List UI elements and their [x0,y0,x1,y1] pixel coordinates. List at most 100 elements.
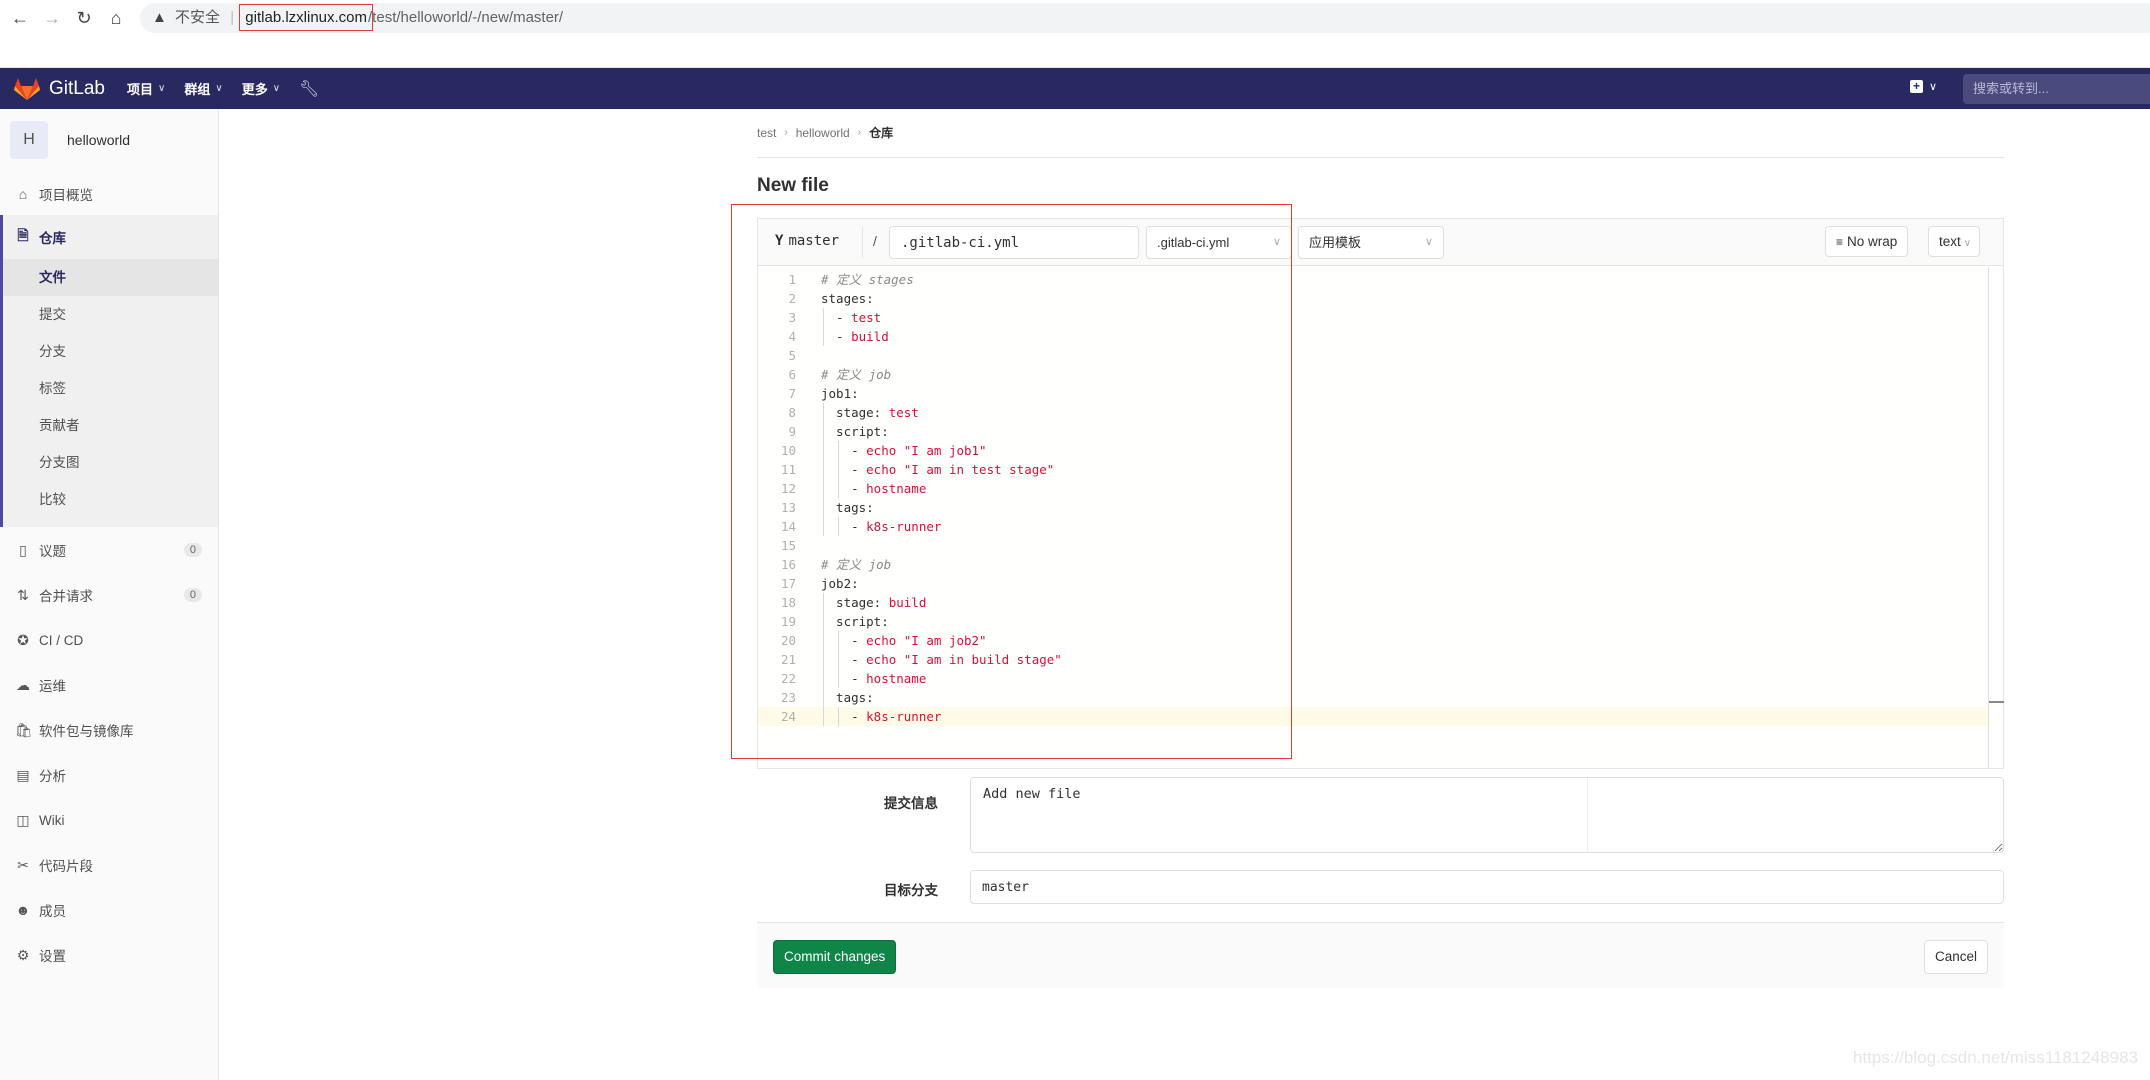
no-wrap-button[interactable]: ≡ No wrap [1825,226,1909,257]
code-string: test [851,310,882,325]
indent-guide [838,479,840,498]
menu-groups[interactable]: 群组 ∨ [184,79,222,98]
no-wrap-label: No wrap [1847,234,1898,249]
menu-projects-label: 项目 [127,82,154,97]
line-number: 1 [788,272,796,287]
line-source: - test [821,308,881,327]
gitlab-logo[interactable]: GitLab [14,77,105,101]
line-number: 12 [780,481,796,496]
users-icon: ☻ [15,902,31,918]
editor-mode-value: text [1939,234,1961,249]
chevron-down-icon: ∨ [158,83,166,94]
code-key: - [821,709,867,724]
admin-wrench-icon[interactable]: 🔧︎ [299,79,319,99]
indent-guide [838,669,840,688]
sidebar-item-wiki[interactable]: ◫ Wiki [0,798,218,842]
code-line: 3 - test [758,308,1988,327]
chevron-down-icon: ∨ [1929,81,1938,93]
code-key: - [821,519,867,534]
sidebar-item-repository[interactable]: 🗎︎ 仓库 [3,215,218,259]
sidebar-item-label: 代码片段 [39,859,93,874]
line-number: 24 [780,709,796,724]
code-line: 11 - echo "I am in test stage" [758,460,1988,479]
code-line: 17 job2: [758,574,1988,593]
code-line: 5 [758,346,1988,365]
sidebar-subitem-graph[interactable]: 分支图 [3,444,218,481]
file-type-select[interactable]: .gitlab-ci.yml ∨ [1146,226,1292,259]
search-input[interactable]: 搜索或转到... [1963,74,2150,104]
sidebar-item-packages[interactable]: 🛍︎ 软件包与镜像库 [0,708,218,752]
file-name-input[interactable] [889,226,1139,259]
sidebar-subitem-compare[interactable]: 比较 [3,481,218,518]
sidebar-item-issues[interactable]: ▯ 议题 0 [0,528,218,572]
address-bar[interactable]: ▲ 不安全 | gitlab.lzxlinux.com/test/hellowo… [140,3,2150,33]
code-string: k8s-runner [866,709,942,724]
sidebar-item-settings[interactable]: ⚙ 设置 [0,933,218,977]
line-source: - echo "I am job1" [821,441,986,460]
chart-icon: ▤ [16,766,30,783]
menu-groups-label: 群组 [184,82,211,97]
bookmarks-bar [0,36,2150,68]
target-branch-label: 目标分支 [884,883,938,898]
indent-guide [823,308,824,327]
forward-icon[interactable]: → [40,6,64,30]
sidebar-item-members[interactable]: ☻ 成员 [0,888,218,932]
reload-icon[interactable]: ↻ [72,6,96,30]
editor-mode-select[interactable]: text ∨ [1928,226,1981,257]
code-key: - [821,652,867,667]
issues-icon: ▯ [19,541,27,558]
commit-changes-button[interactable]: Commit changes [773,940,897,974]
line-source: tags: [821,498,874,517]
breadcrumb-divider [757,157,2004,158]
sidebar-item-overview[interactable]: ⌂ 项目概览 [0,172,218,216]
sidebar-subitem-branches[interactable]: 分支 [3,333,218,370]
line-number: 4 [788,329,796,344]
sidebar-item-label: CI / CD [39,632,84,648]
breadcrumb-current[interactable]: 仓库 [869,124,893,141]
project-header[interactable]: H helloworld [10,121,130,159]
sidebar-item-merge-requests[interactable]: ⇅ 合并请求 0 [0,573,218,617]
sidebar-item-analytics[interactable]: ▤ 分析 [0,753,218,797]
sidebar-item-label: 设置 [39,949,66,964]
menu-projects[interactable]: 项目 ∨ [127,79,165,98]
code-key: - [821,329,852,344]
home-icon[interactable]: ⌂ [104,6,128,30]
breadcrumb-group[interactable]: test [757,126,776,140]
toolbar-divider [862,227,863,258]
sidebar-subitem-files[interactable]: 文件 [3,259,218,296]
top-navbar: GitLab 项目 ∨ 群组 ∨ 更多 ∨ 🔧︎ + ∨ 搜索或转到... [0,68,2150,109]
file-editor: Ymaster / .gitlab-ci.yml ∨ 应用模板 ∨ ≡No wr… [757,218,2004,769]
line-source: job2: [821,574,859,593]
sidebar-subitem-contributors[interactable]: 贡献者 [3,407,218,444]
fork-icon: Y [775,233,784,249]
sidebar-item-ci-cd[interactable]: ✪ CI / CD [0,618,218,662]
sidebar-item-snippets[interactable]: ✂ 代码片段 [0,843,218,887]
brand-name: GitLab [49,78,105,99]
cancel-button[interactable]: Cancel [1923,940,1988,974]
project-sidebar: H helloworld ⌂ 项目概览 🗎︎ 仓库 文件 提交 分支 标签 贡献… [0,109,219,1080]
code-key: stage: [821,595,889,610]
code-editor[interactable]: 1 # 定义 stages 2 stages: 3 - test 4 - build 5 6 #… [758,267,1988,768]
indent-guide [823,517,824,536]
menu-more[interactable]: 更多 ∨ [242,79,280,98]
indent-guide [823,650,824,669]
code-key: - [821,481,867,496]
line-source: - hostname [821,669,926,688]
sidebar-subitem-commits[interactable]: 提交 [3,296,218,333]
editor-scrollbar[interactable] [1988,267,2004,768]
back-icon[interactable]: ← [8,6,32,30]
sidebar-item-operations[interactable]: ☁ 运维 [0,663,218,707]
indent-guide [823,631,824,650]
new-dropdown-button[interactable]: + ∨ [1910,80,1937,93]
template-select[interactable]: 应用模板 ∨ [1298,226,1444,259]
line-number: 14 [780,519,796,534]
commit-message-input[interactable]: Add new file [970,777,2004,853]
watermark: https://blog.csdn.net/miss1181248983 [1852,1048,2138,1067]
target-branch-input[interactable] [970,870,2004,904]
url-separator: | [230,9,235,26]
sidebar-subitem-tags[interactable]: 标签 [3,370,218,407]
code-key: job1: [821,386,859,401]
line-source: script: [821,612,889,631]
code-comment: # 定义 job [821,557,892,572]
breadcrumb-project[interactable]: helloworld [796,126,850,140]
